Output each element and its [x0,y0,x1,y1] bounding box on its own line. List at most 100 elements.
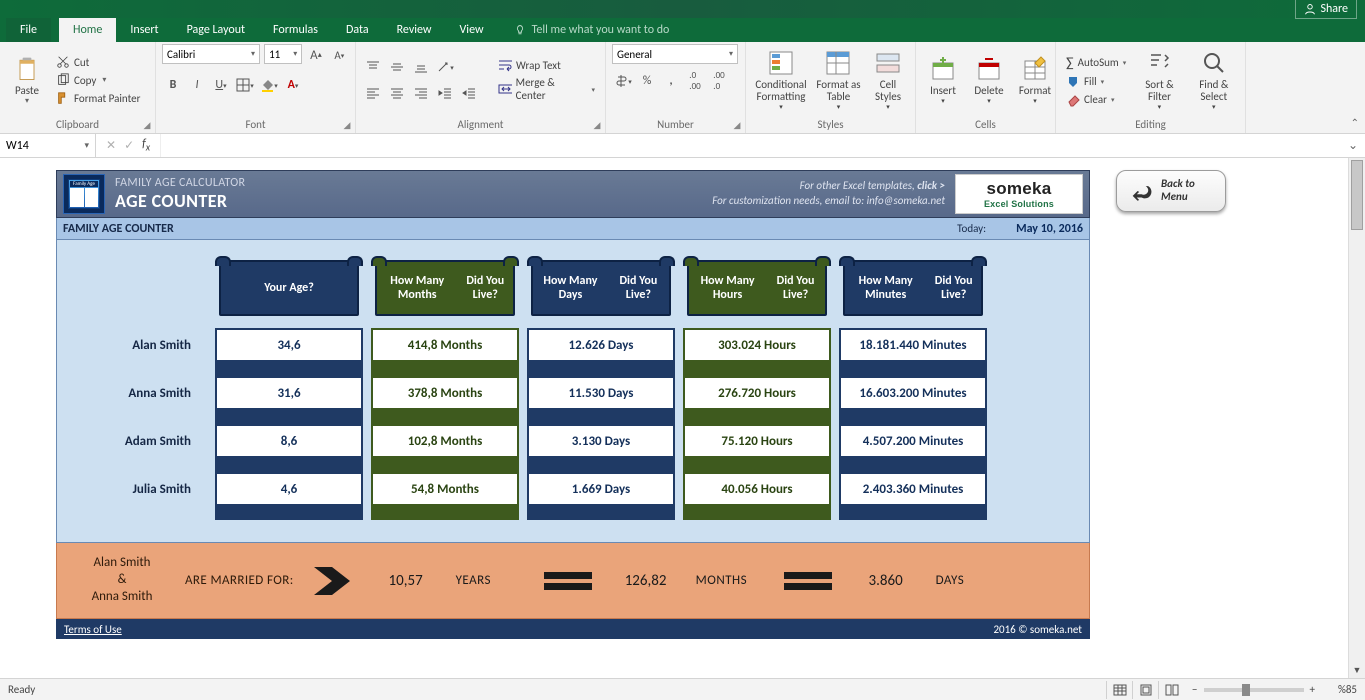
cancel-formula-button[interactable]: ✕ [106,138,116,153]
ribbon-collapse-button[interactable]: ⌃ [1351,116,1359,129]
merge-center-button[interactable]: Merge & Center▾ [494,75,599,103]
cell-hours[interactable]: 40.056 Hours [683,472,831,506]
insert-function-button[interactable]: fx [142,137,150,153]
format-cells-button[interactable]: Format▾ [1014,53,1056,107]
tab-data[interactable]: Data [332,18,383,42]
fill-color-button[interactable]: ▾ [258,74,280,96]
cut-button[interactable]: Cut [52,54,144,70]
paste-button[interactable]: Paste▾ [6,53,48,108]
borders-button[interactable]: ▾ [234,74,256,96]
cell-hours[interactable]: 75.120 Hours [683,424,831,458]
cell-styles-button[interactable]: Cell Styles▾ [867,47,909,113]
page-layout-view-button[interactable] [1132,681,1158,699]
cell-minutes[interactable]: 16.603.200 Minutes [839,376,987,410]
scroll-down-button[interactable]: ▼ [1349,662,1365,678]
cell-age[interactable]: 34,6 [215,328,363,362]
normal-view-button[interactable] [1106,681,1132,699]
clear-button[interactable]: Clear▾ [1062,92,1130,108]
cell-minutes[interactable]: 4.507.200 Minutes [839,424,987,458]
tab-file[interactable]: File [6,18,51,42]
sort-filter-button[interactable]: Sort & Filter▾ [1134,47,1184,113]
cell-hours[interactable]: 276.720 Hours [683,376,831,410]
tab-home[interactable]: Home [59,18,116,42]
tab-insert[interactable]: Insert [116,18,172,42]
autosum-button[interactable]: ∑AutoSum▾ [1062,53,1130,72]
hdr-line1b-link[interactable]: click > [917,179,945,192]
cell-age[interactable]: 4,6 [215,472,363,506]
insert-cells-button[interactable]: Insert▾ [922,53,964,107]
cell-months[interactable]: 102,8 Months [371,424,519,458]
cell-days[interactable]: 3.130 Days [527,424,675,458]
scroll-thumb[interactable] [1351,160,1363,230]
name-box[interactable]: W14▾ [0,134,96,157]
cell-age[interactable]: 31,6 [215,376,363,410]
person-name: Julia Smith [57,472,207,506]
chevron-down-icon: ▾ [886,103,890,111]
font-size-combo[interactable]: 11▾ [264,44,302,64]
enter-formula-button[interactable]: ✓ [124,138,134,153]
decrease-indent-button[interactable] [434,82,456,104]
tab-formulas[interactable]: Formulas [259,18,332,42]
align-middle-button[interactable] [386,56,408,78]
zoom-value[interactable]: %85 [1321,683,1357,696]
decrease-decimal-button[interactable]: .00.0 [708,70,730,92]
alignment-launcher[interactable]: ◢ [591,119,603,131]
cell-age[interactable]: 8,6 [215,424,363,458]
font-color-button[interactable]: A▾ [282,74,304,96]
delete-cells-button[interactable]: Delete▾ [968,53,1010,107]
someka-logo[interactable]: someka Excel Solutions [955,174,1083,214]
decrease-font-button[interactable]: A▾ [330,44,349,66]
comma-button[interactable]: , [660,70,682,92]
copy-button[interactable]: Copy▾ [52,72,144,88]
clipboard-launcher[interactable]: ◢ [141,119,153,131]
increase-indent-button[interactable] [458,82,480,104]
cell-days[interactable]: 11.530 Days [527,376,675,410]
font-name-combo[interactable]: Calibri▾ [162,44,260,64]
number-launcher[interactable]: ◢ [731,119,743,131]
align-right-button[interactable] [410,82,432,104]
percent-button[interactable]: % [636,70,658,92]
formula-expand-button[interactable]: ⌄ [1341,134,1365,157]
find-select-button[interactable]: Find & Select▾ [1189,47,1239,113]
zoom-slider[interactable] [1204,688,1304,692]
vertical-scrollbar[interactable]: ▲ ▼ [1348,158,1365,678]
italic-button[interactable]: I [186,74,208,96]
terms-link[interactable]: Terms of Use [64,623,122,636]
tab-review[interactable]: Review [383,18,446,42]
cell-hours[interactable]: 303.024 Hours [683,328,831,362]
tab-page-layout[interactable]: Page Layout [173,18,259,42]
align-top-button[interactable] [362,56,384,78]
number-format-combo[interactable]: General▾ [612,44,738,64]
cell-minutes[interactable]: 18.181.440 Minutes [839,328,987,362]
share-button[interactable]: Share [1295,0,1357,19]
orientation-button[interactable]: ▾ [434,56,456,78]
align-center-button[interactable] [386,82,408,104]
page-break-view-button[interactable] [1158,681,1184,699]
formula-input[interactable] [161,134,1341,157]
wrap-text-button[interactable]: Wrap Text [494,57,599,73]
bold-button[interactable]: B [162,74,184,96]
back-to-menu-button[interactable]: Back toMenu [1116,170,1226,212]
font-launcher[interactable]: ◢ [341,119,353,131]
cell-months[interactable]: 414,8 Months [371,328,519,362]
cell-minutes[interactable]: 2.403.360 Minutes [839,472,987,506]
fill-button[interactable]: Fill▾ [1062,74,1130,90]
align-bottom-button[interactable] [410,56,432,78]
cell-days[interactable]: 1.669 Days [527,472,675,506]
format-as-table-button[interactable]: Format as Table▾ [814,47,863,113]
increase-decimal-button[interactable]: .0.00 [684,70,706,92]
align-left-button[interactable] [362,82,384,104]
format-painter-button[interactable]: Format Painter [52,90,144,106]
tell-me-label: Tell me what you want to do [532,23,670,37]
increase-font-button[interactable]: A▴ [306,44,325,66]
cell-days[interactable]: 12.626 Days [527,328,675,362]
cell-months[interactable]: 378,8 Months [371,376,519,410]
tab-view[interactable]: View [446,18,498,42]
cell-months[interactable]: 54,8 Months [371,472,519,506]
tell-me-search[interactable]: Tell me what you want to do [514,18,670,42]
conditional-formatting-button[interactable]: Conditional Formatting▾ [752,47,810,113]
underline-button[interactable]: U▾ [210,74,232,96]
zoom-in-button[interactable]: + [1310,683,1315,696]
zoom-out-button[interactable]: − [1192,683,1197,696]
accounting-format-button[interactable]: ▾ [612,70,634,92]
